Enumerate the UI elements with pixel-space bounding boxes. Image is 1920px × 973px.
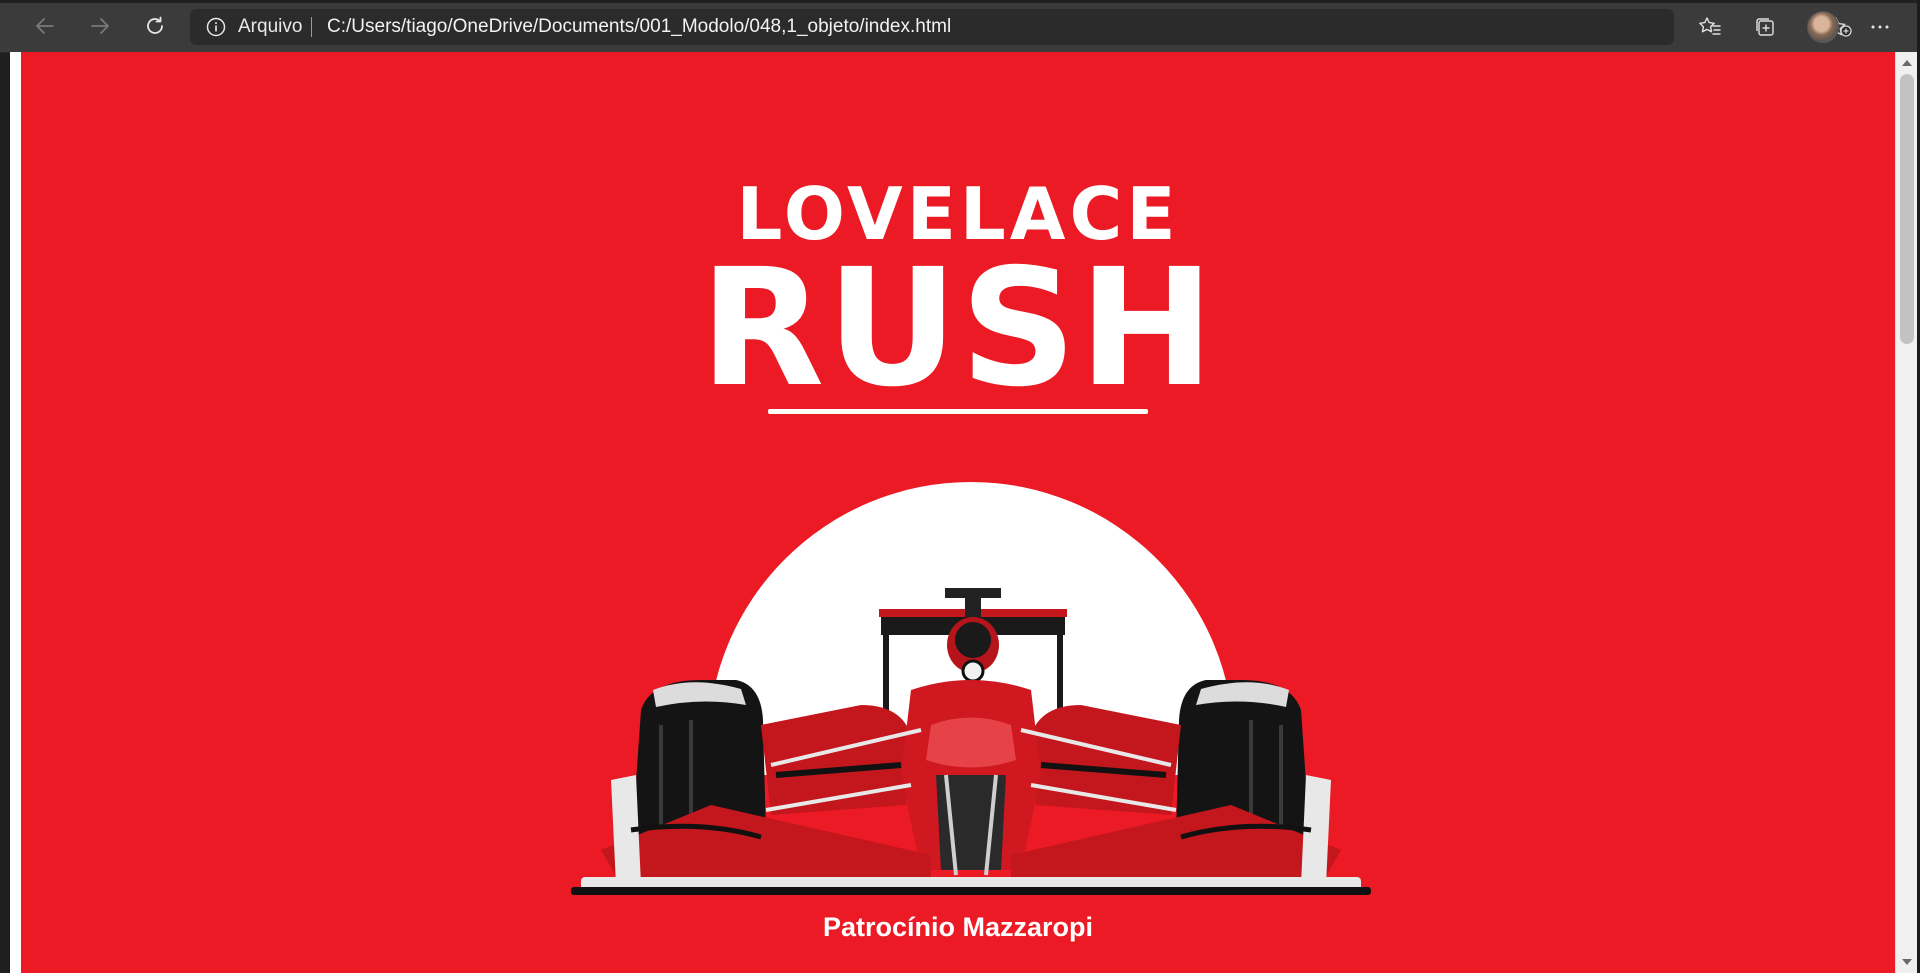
site-info-label[interactable]: Arquivo <box>238 17 302 37</box>
collections-button[interactable] <box>1747 9 1783 45</box>
arrow-left-icon <box>36 18 54 34</box>
scrollbar-thumb[interactable] <box>1900 74 1914 344</box>
car-body <box>901 680 1041 876</box>
title-underline <box>768 409 1148 414</box>
forward-button[interactable] <box>83 9 117 43</box>
race-car-illustration <box>561 482 1381 915</box>
title-line-rush: RUSH <box>699 235 1217 423</box>
favorites-icon <box>1699 17 1721 35</box>
page-viewport: LOVELACE RUSH Patrocínio Mazzaropi <box>10 52 1895 973</box>
refresh-icon <box>147 16 163 34</box>
scroll-up-icon[interactable] <box>1902 60 1912 66</box>
address-separator <box>311 17 312 37</box>
refresh-button[interactable] <box>138 9 172 43</box>
window-top-strip <box>0 0 1920 3</box>
more-horizontal-icon <box>1871 25 1889 29</box>
avatar[interactable] <box>1807 11 1839 43</box>
arrow-right-icon <box>91 18 109 34</box>
address-bar[interactable]: Arquivo C:/Users/tiago/OneDrive/Document… <box>190 9 1852 45</box>
back-button[interactable] <box>28 9 62 43</box>
favorites-button[interactable] <box>1692 9 1728 45</box>
info-icon[interactable] <box>206 17 226 37</box>
browser-toolbar: Arquivo C:/Users/tiago/OneDrive/Document… <box>0 0 1920 53</box>
url-text[interactable]: C:/Users/tiago/OneDrive/Documents/001_Mo… <box>327 17 951 37</box>
cover-hero: LOVELACE RUSH Patrocínio Mazzaropi <box>21 52 1895 973</box>
collections-icon <box>1756 18 1774 36</box>
settings-menu-button[interactable] <box>1862 9 1898 45</box>
author-name: Patrocínio Mazzaropi <box>822 912 1094 942</box>
vertical-scrollbar[interactable] <box>1895 52 1918 973</box>
scroll-down-icon[interactable] <box>1902 959 1912 965</box>
